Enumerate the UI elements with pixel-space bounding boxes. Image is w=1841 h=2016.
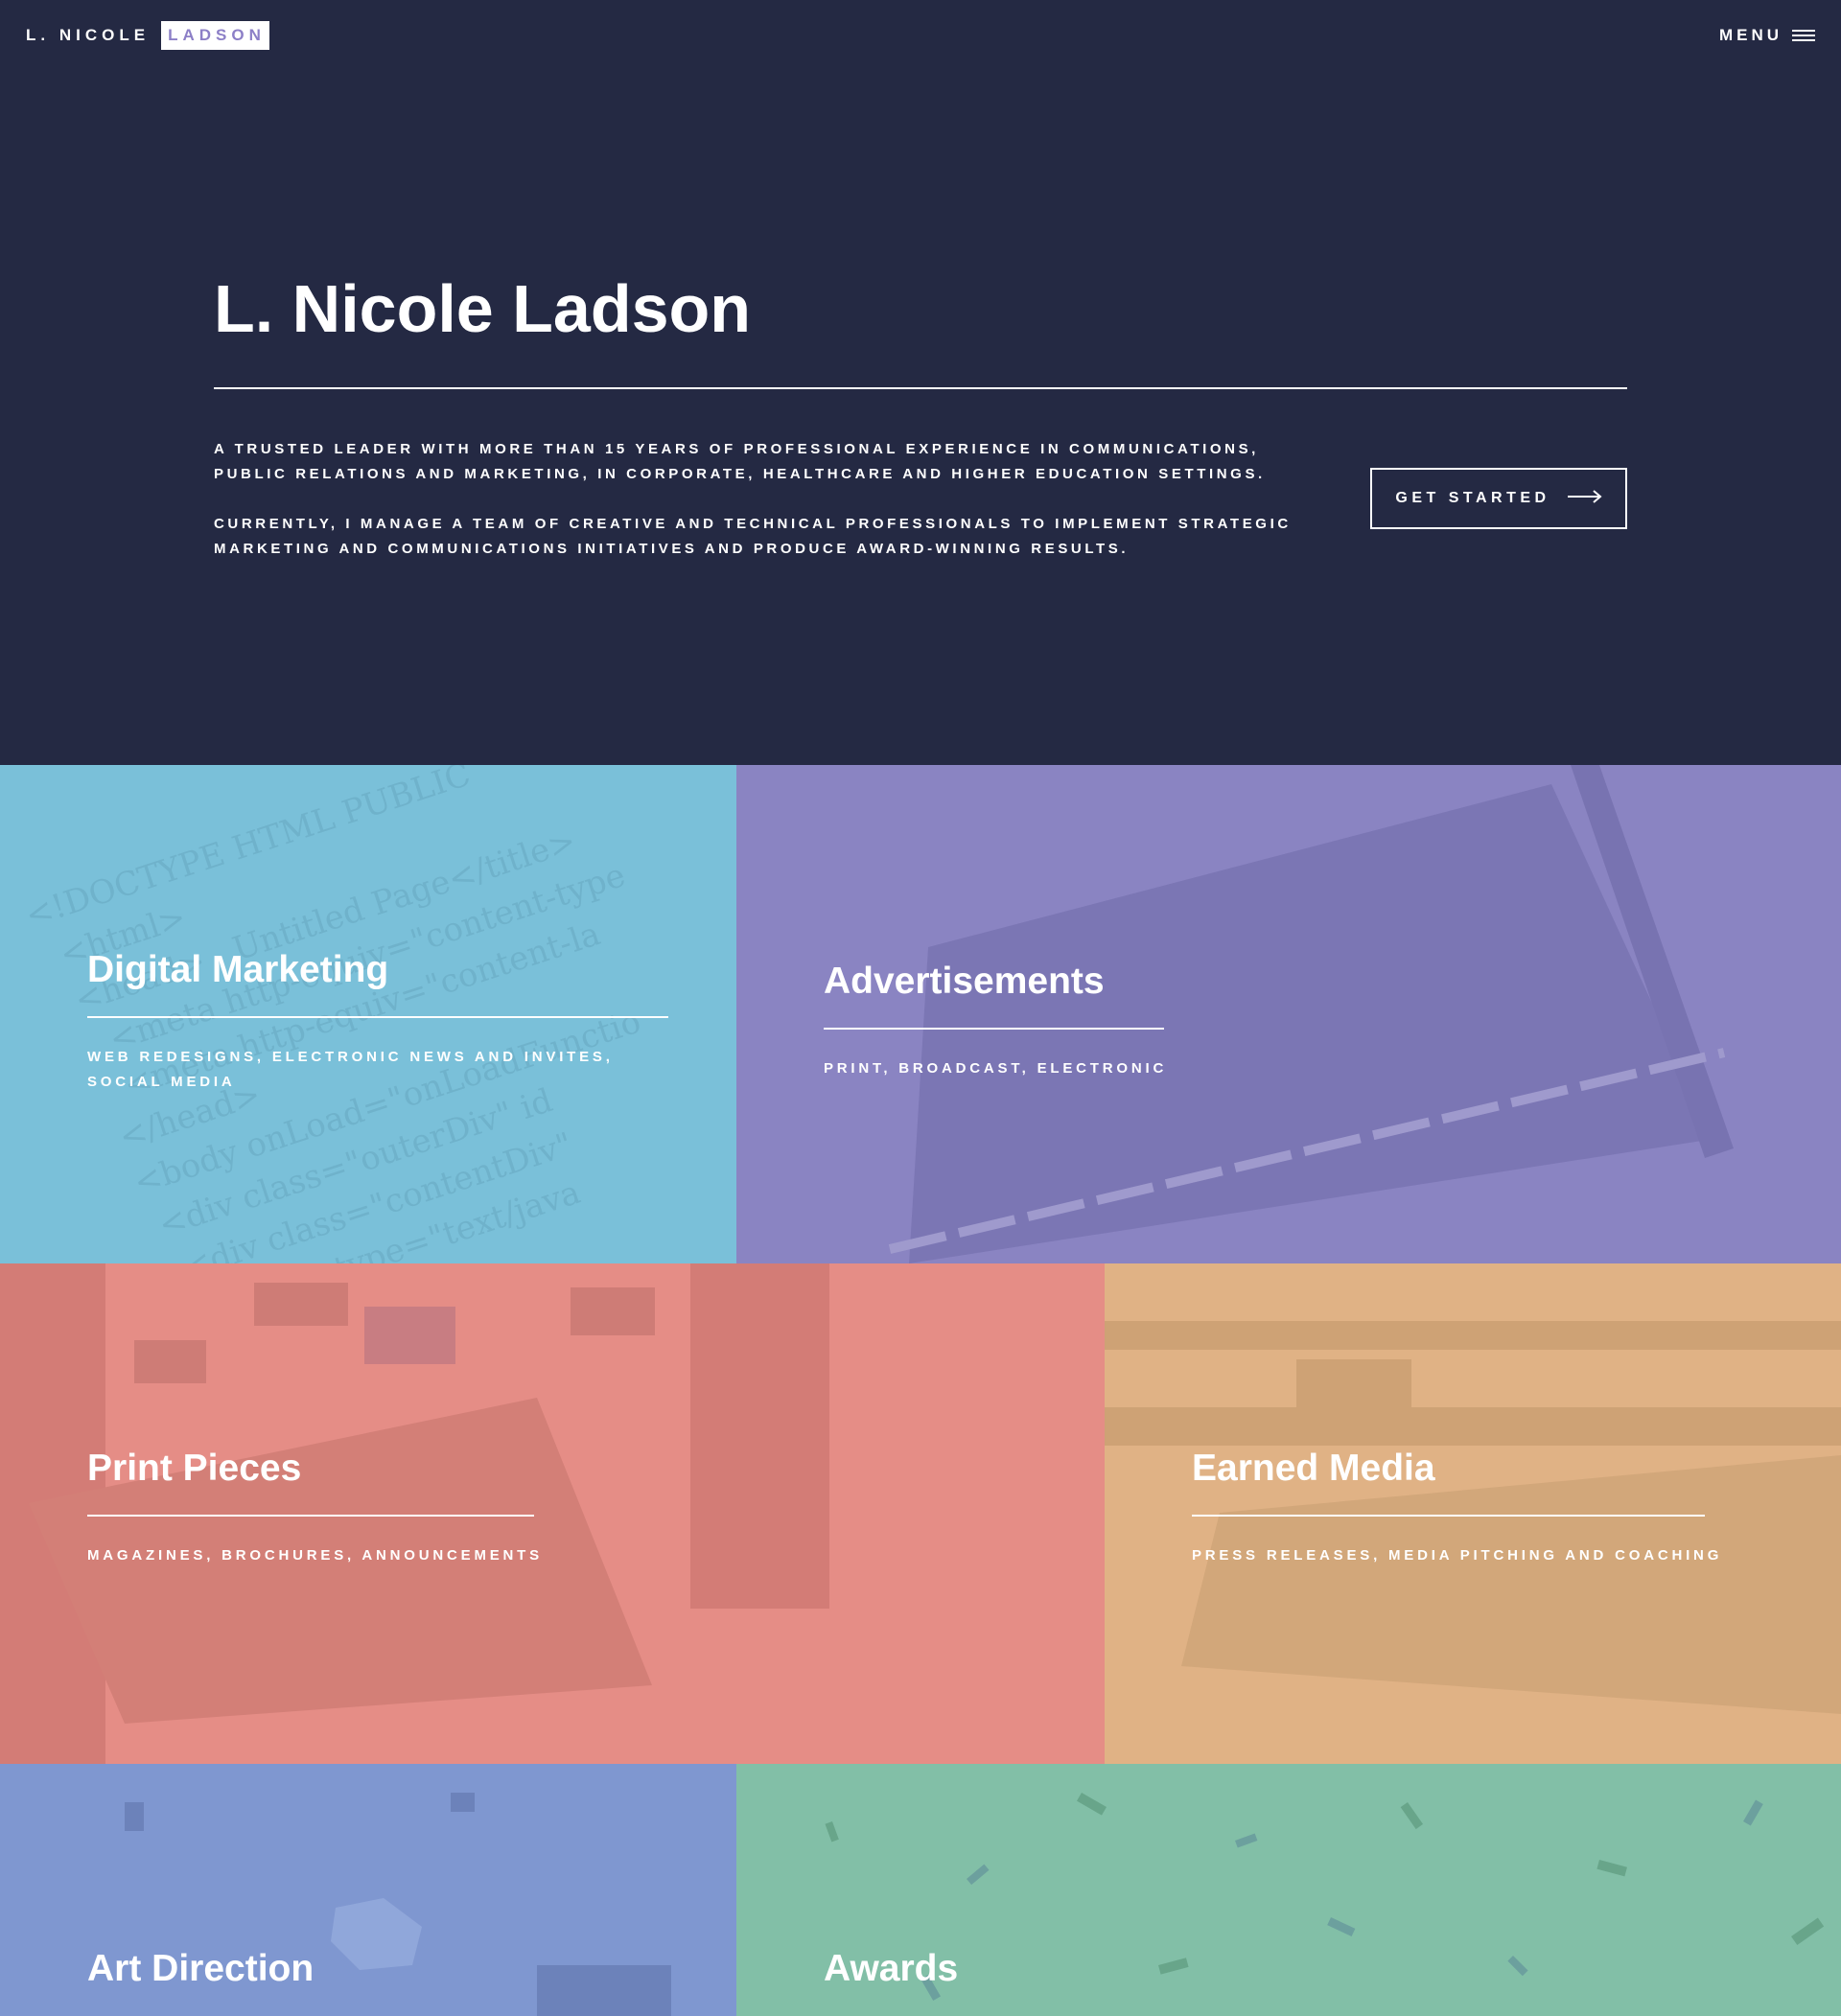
banner-inner: L. Nicole Ladson A trusted leader with m… xyxy=(214,259,1627,587)
tile-advertisements[interactable]: Advertisements Print, broadcast, electro… xyxy=(736,765,1841,1263)
banner: L. Nicole Ladson A trusted leader with m… xyxy=(0,0,1841,765)
tile-title: Advertisements xyxy=(824,961,1105,1002)
tile-awards[interactable]: Awards xyxy=(736,1764,1841,2016)
tile-divider xyxy=(87,1515,534,1517)
tile-title: Art Direction xyxy=(87,1948,315,1989)
page-title: L. Nicole Ladson xyxy=(214,271,752,346)
get-started-button[interactable]: GET STARTED xyxy=(1370,468,1627,529)
hamburger-icon xyxy=(1792,29,1815,42)
tile-divider xyxy=(87,1016,668,1018)
banner-divider xyxy=(214,387,1627,389)
site-logo[interactable]: L. NICOLE LADSON xyxy=(26,21,269,50)
site-header: L. NICOLE LADSON MENU xyxy=(0,0,1841,71)
tile-print-pieces[interactable]: Print Pieces Magazines, brochures, annou… xyxy=(0,1263,1105,1764)
banner-content: A trusted leader with more than 15 years… xyxy=(214,437,1627,587)
tile-description: Press releases, media pitching and coach… xyxy=(1192,1547,1723,1564)
tile-title: Print Pieces xyxy=(87,1448,302,1489)
tile-digital-marketing[interactable]: <!DOCTYPE HTML PUBLIC <html> <head> Unti… xyxy=(0,765,736,1263)
menu-button[interactable]: MENU xyxy=(1719,26,1815,45)
tile-content: Earned Media Press releases, media pitch… xyxy=(1192,1446,1722,1568)
tile-description: Web redesigns, electronic news and invit… xyxy=(87,1049,614,1090)
logo-last-name: LADSON xyxy=(161,21,269,50)
intro-paragraph: A trusted leader with more than 15 years… xyxy=(214,441,1266,482)
get-started-label: GET STARTED xyxy=(1395,490,1550,506)
tile-description: Print, broadcast, electronic xyxy=(824,1060,1168,1077)
tile-title: Earned Media xyxy=(1192,1448,1435,1489)
tile-title: Digital Marketing xyxy=(87,949,389,990)
arrow-right-icon xyxy=(1567,489,1602,508)
logo-first-name: L. NICOLE xyxy=(26,26,151,44)
tile-earned-media[interactable]: Earned Media Press releases, media pitch… xyxy=(1105,1263,1841,1764)
tile-art-direction[interactable]: Art Direction xyxy=(0,1764,736,2016)
tile-content: Print Pieces Magazines, brochures, annou… xyxy=(87,1446,543,1568)
tile-divider xyxy=(1192,1515,1705,1517)
menu-label: MENU xyxy=(1718,26,1783,44)
banner-text: A trusted leader with more than 15 years… xyxy=(214,437,1317,587)
intro-paragraph: Currently, I manage a team of creative a… xyxy=(214,516,1292,557)
tile-content: Advertisements Print, broadcast, electro… xyxy=(824,959,1167,1081)
tile-divider xyxy=(824,1028,1164,1030)
tile-content: Awards xyxy=(824,1946,958,1992)
tile-content: Art Direction xyxy=(87,1946,314,1992)
tile-content: Digital Marketing Web redesigns, electro… xyxy=(87,947,668,1095)
tile-description: Magazines, brochures, announcements xyxy=(87,1547,543,1564)
tile-title: Awards xyxy=(824,1948,959,1989)
